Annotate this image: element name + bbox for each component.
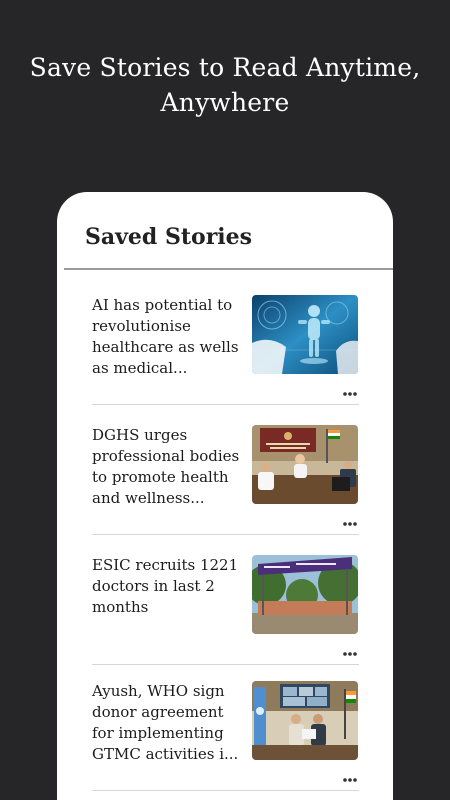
- more-horizontal-icon[interactable]: [342, 514, 358, 526]
- story-headline[interactable]: ESIC recruits 1221 doctors in last 2 mon…: [92, 555, 242, 618]
- story-thumbnail[interactable]: [252, 555, 358, 634]
- story-thumbnail[interactable]: [252, 425, 358, 504]
- story-divider: [92, 534, 359, 535]
- story-item[interactable]: ESIC recruits 1221 doctors in last 2 mon…: [92, 555, 359, 685]
- promo-title-line-1: Save Stories to Read Anytime,: [29, 53, 421, 82]
- app-store-screenshot: Save Stories to Read Anytime, Anywhere S…: [0, 0, 450, 800]
- promo-title: Save Stories to Read Anytime, Anywhere: [0, 50, 450, 120]
- phone-screen: Saved Stories AI has potential to revolu…: [57, 192, 393, 800]
- page-title: Saved Stories: [85, 224, 253, 250]
- story-item[interactable]: Ayush, WHO sign donor agreement for impl…: [92, 681, 359, 800]
- story-headline[interactable]: Ayush, WHO sign donor agreement for impl…: [92, 681, 242, 765]
- title-divider: [64, 268, 393, 270]
- more-horizontal-icon[interactable]: [342, 770, 358, 782]
- story-divider: [92, 790, 359, 791]
- story-headline[interactable]: AI has potential to revolutionise health…: [92, 295, 242, 379]
- more-horizontal-icon[interactable]: [342, 644, 358, 656]
- story-divider: [92, 664, 359, 665]
- more-horizontal-icon[interactable]: [342, 384, 358, 396]
- story-thumbnail[interactable]: [252, 681, 358, 760]
- story-item[interactable]: AI has potential to revolutionise health…: [92, 295, 359, 425]
- story-headline[interactable]: DGHS urges professional bodies to promot…: [92, 425, 242, 509]
- story-thumbnail[interactable]: [252, 295, 358, 374]
- story-item[interactable]: DGHS urges professional bodies to promot…: [92, 425, 359, 555]
- promo-title-line-2: Anywhere: [160, 88, 290, 117]
- story-divider: [92, 404, 359, 405]
